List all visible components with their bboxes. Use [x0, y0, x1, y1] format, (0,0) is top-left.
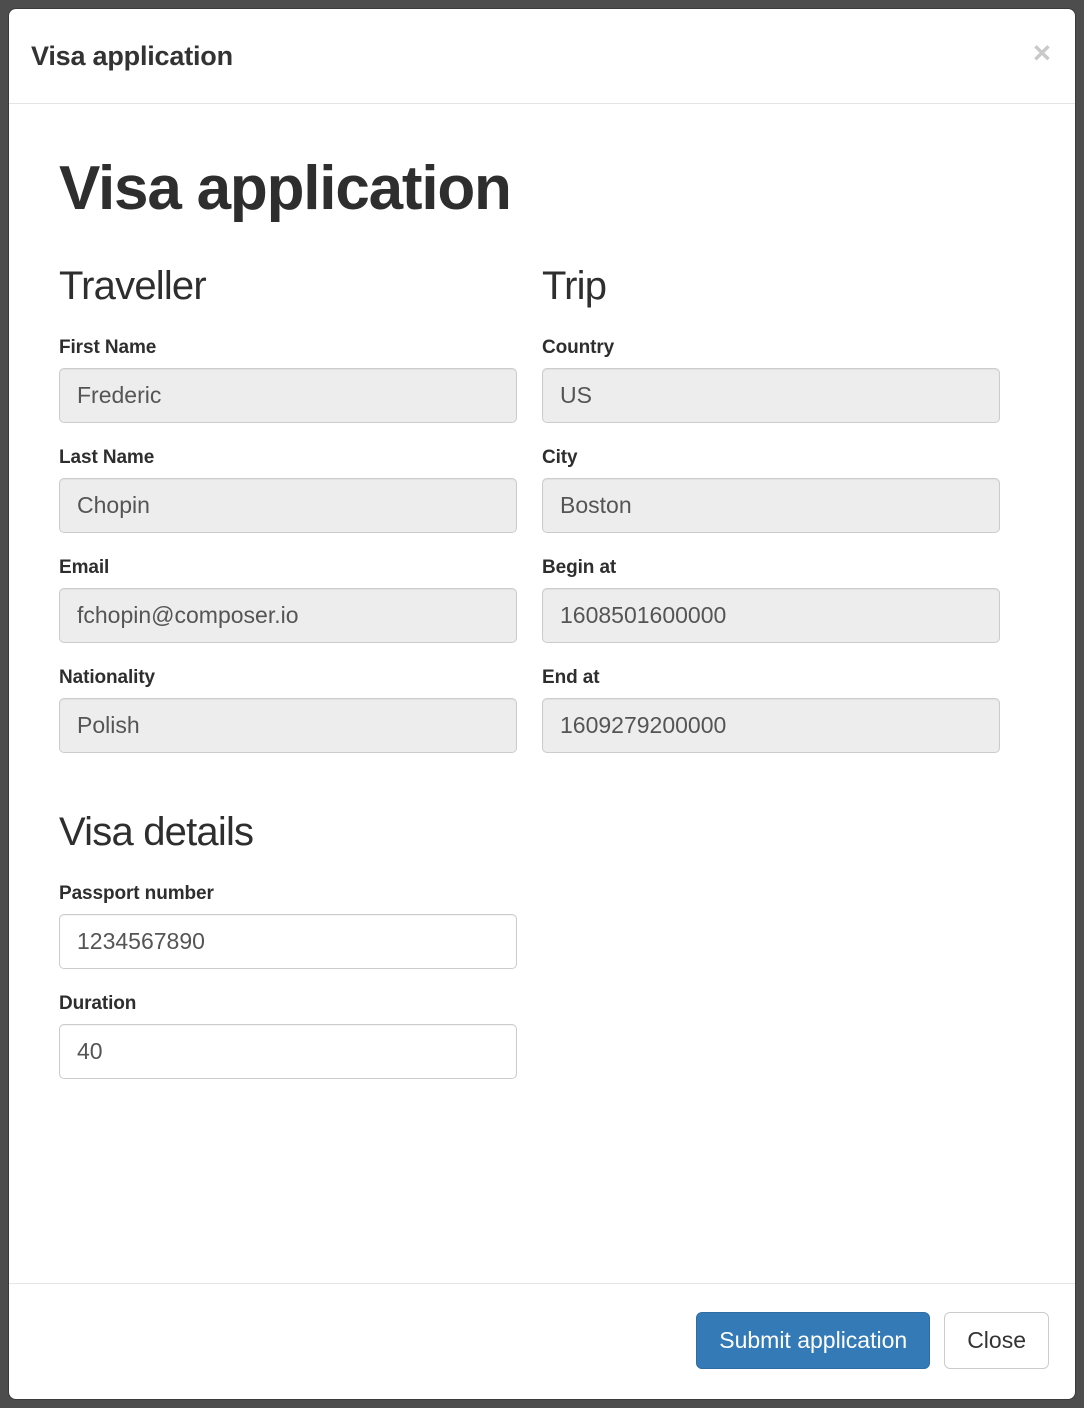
label-begin-at: Begin at [542, 557, 617, 579]
field-group-begin-at: Begin at [542, 557, 1025, 644]
input-email[interactable] [59, 588, 517, 644]
label-end-at: End at [542, 667, 600, 689]
modal-header: Visa application × [9, 9, 1075, 104]
input-end-at[interactable] [542, 698, 1000, 754]
form-columns: Traveller First Name Last Name Email Nat… [59, 265, 1025, 777]
label-country: Country [542, 337, 615, 359]
input-first-name[interactable] [59, 368, 517, 424]
trip-column: Trip Country City Begin at End at [542, 265, 1025, 777]
traveller-column: Traveller First Name Last Name Email Nat… [59, 265, 542, 777]
modal-footer: Submit application Close [9, 1283, 1075, 1399]
visa-details-section: Visa details Passport number Duration [59, 810, 1025, 1080]
field-group-nationality: Nationality [59, 667, 542, 754]
field-group-duration: Duration [59, 993, 1025, 1080]
visa-application-modal: Visa application × Visa application Trav… [8, 8, 1076, 1400]
close-button[interactable]: Close [944, 1312, 1049, 1369]
label-city: City [542, 447, 578, 469]
close-icon[interactable]: × [1033, 37, 1051, 68]
page-title: Visa application [59, 154, 512, 223]
input-begin-at[interactable] [542, 588, 1000, 644]
field-group-passport-number: Passport number [59, 883, 1025, 970]
section-title-trip: Trip [542, 264, 607, 309]
input-city[interactable] [542, 478, 1000, 534]
field-group-city: City [542, 447, 1025, 534]
field-group-email: Email [59, 557, 542, 644]
label-duration: Duration [59, 993, 137, 1015]
label-nationality: Nationality [59, 667, 156, 689]
section-title-traveller: Traveller [59, 264, 207, 309]
modal-title: Visa application [31, 40, 233, 71]
label-first-name: First Name [59, 337, 157, 359]
input-last-name[interactable] [59, 478, 517, 534]
label-passport-number: Passport number [59, 883, 214, 905]
modal-body: Visa application Traveller First Name La… [9, 104, 1075, 1283]
input-country[interactable] [542, 368, 1000, 424]
input-passport-number[interactable] [59, 914, 517, 970]
field-group-end-at: End at [542, 667, 1025, 754]
label-last-name: Last Name [59, 447, 155, 469]
submit-application-button[interactable]: Submit application [696, 1312, 931, 1369]
field-group-last-name: Last Name [59, 447, 542, 534]
input-nationality[interactable] [59, 698, 517, 754]
field-group-first-name: First Name [59, 337, 542, 424]
section-title-visa-details: Visa details [59, 810, 254, 855]
field-group-country: Country [542, 337, 1025, 424]
label-email: Email [59, 557, 110, 579]
input-duration[interactable] [59, 1024, 517, 1080]
